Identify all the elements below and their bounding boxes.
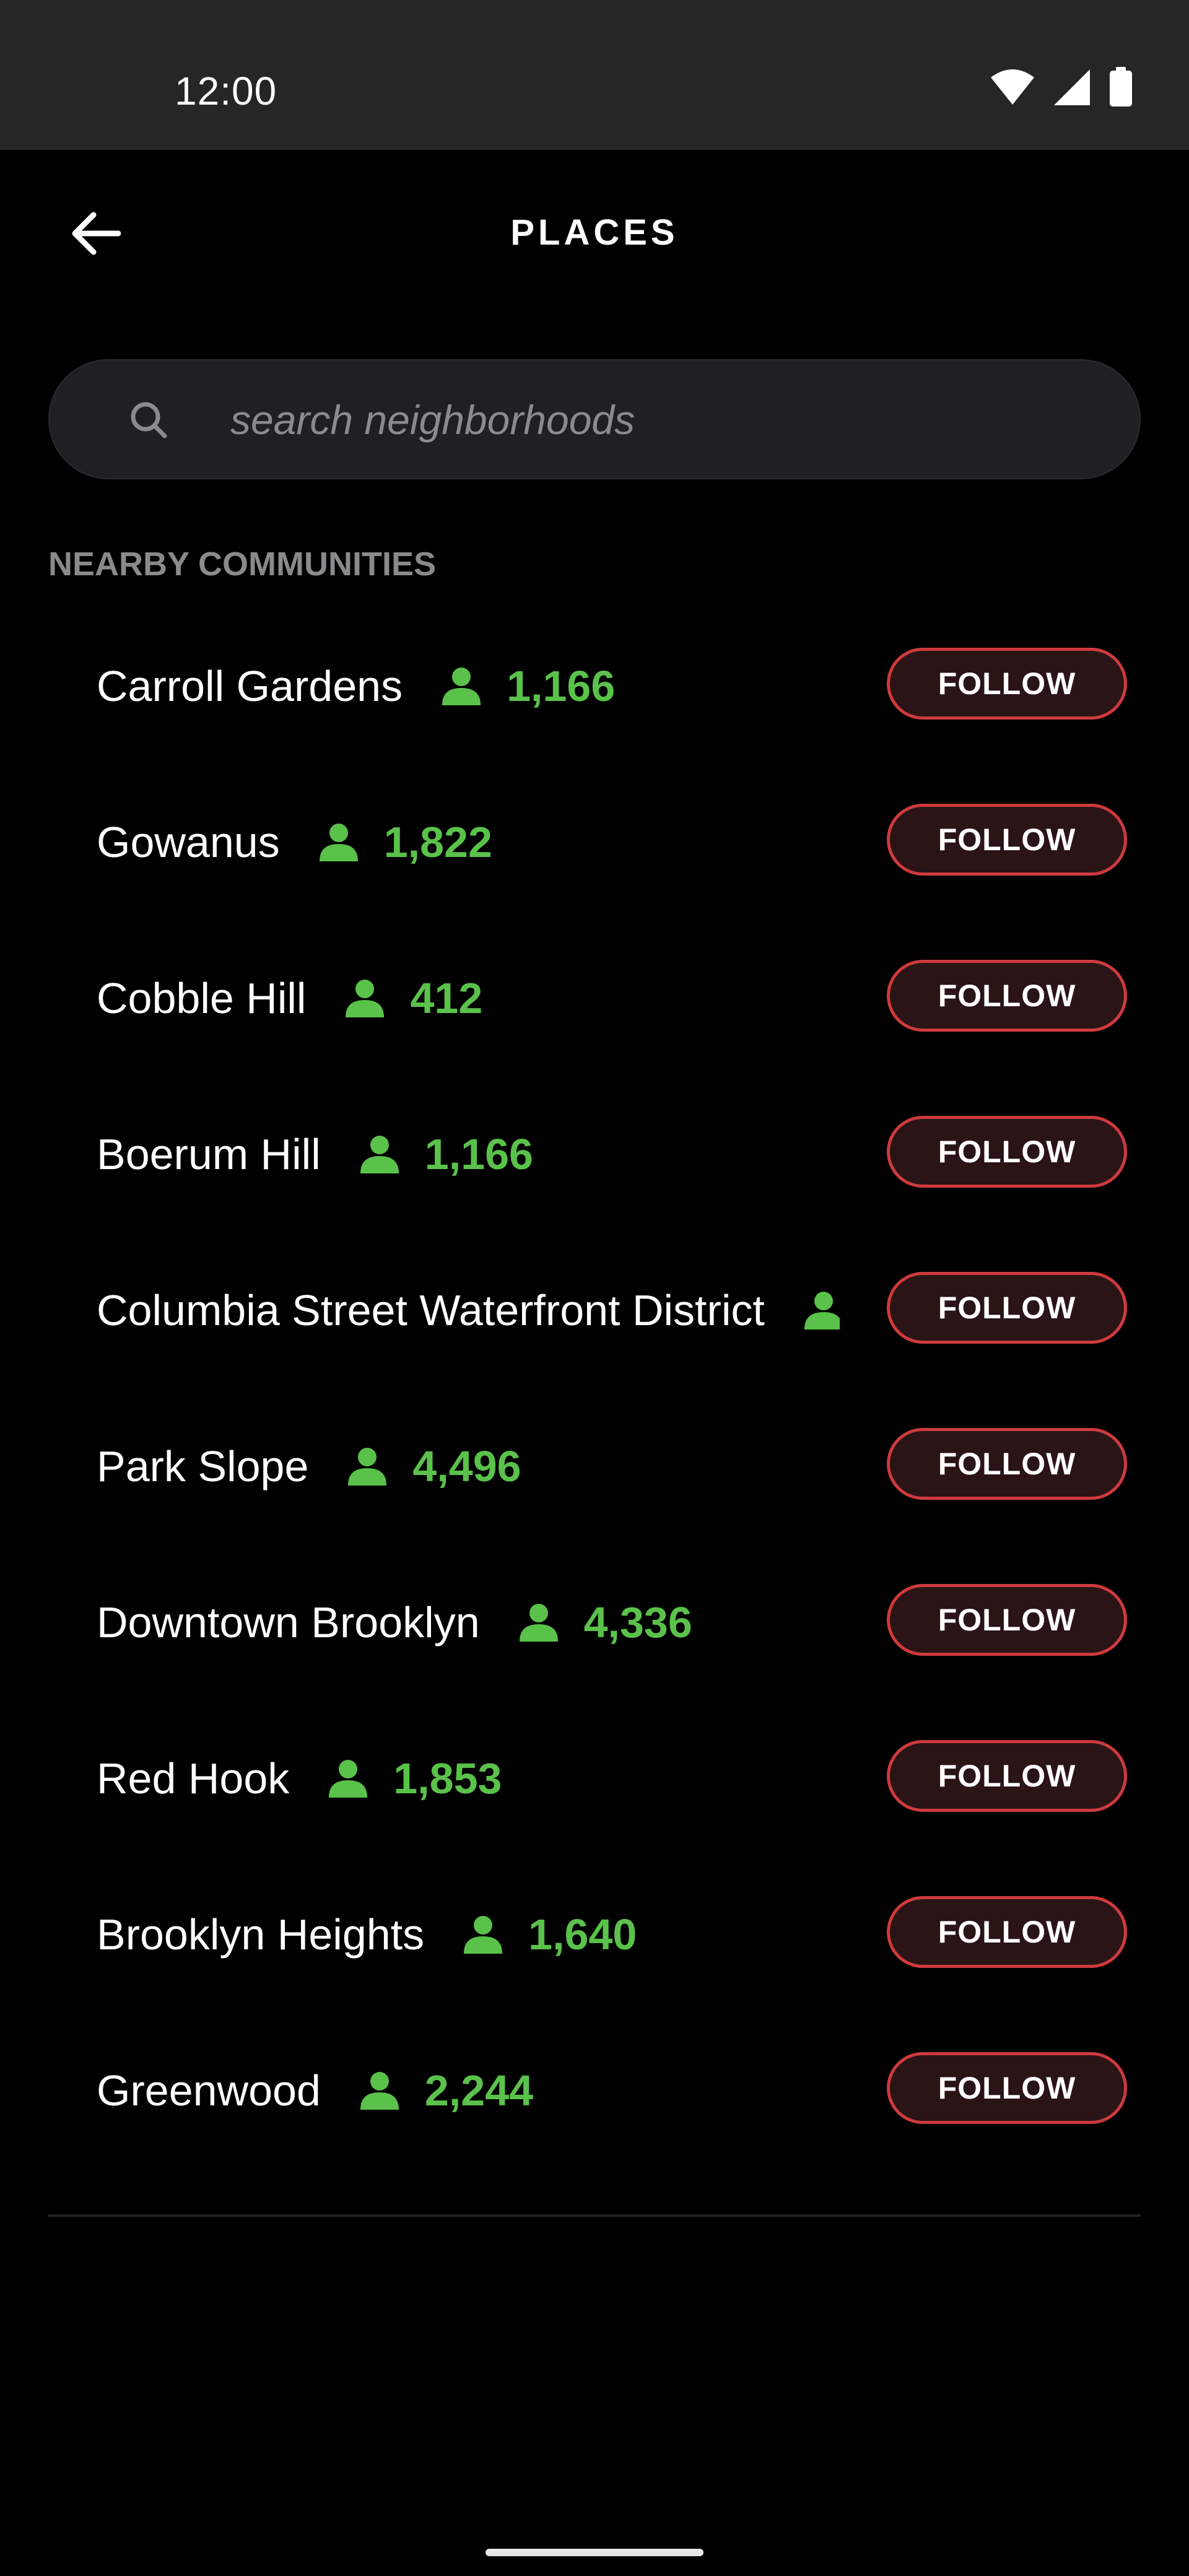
list-item: Gowanus 1,822 FOLLOW: [0, 775, 1189, 931]
community-info[interactable]: Brooklyn Heights 1,640: [97, 1868, 840, 2001]
person-icon: [442, 668, 481, 705]
community-info[interactable]: Red Hook 1,853: [97, 1712, 840, 1845]
community-name: Brooklyn Heights: [97, 1910, 425, 1959]
search-bar[interactable]: [48, 359, 1141, 479]
person-icon: [329, 1760, 368, 1798]
list-item: Park Slope 4,496 FOLLOW: [0, 1399, 1189, 1556]
community-info[interactable]: Carroll Gardens 1,166: [97, 619, 840, 753]
member-count: 4,336: [583, 1598, 692, 1647]
list-item: Carroll Gardens 1,166 FOLLOW: [0, 619, 1189, 775]
community-info[interactable]: Downtown Brooklyn 4,336: [97, 1556, 840, 1689]
signal-icon: [1054, 69, 1090, 105]
battery-icon: [1110, 67, 1132, 107]
community-name: Downtown Brooklyn: [97, 1598, 480, 1647]
follow-button[interactable]: FOLLOW: [887, 804, 1127, 876]
status-time: 12:00: [175, 69, 277, 113]
list-item: Brooklyn Heights 1,640 FOLLOW: [0, 1868, 1189, 2024]
follow-button[interactable]: FOLLOW: [887, 1116, 1127, 1188]
section-title: NEARBY COMMUNITIES: [48, 546, 437, 583]
list-item: Red Hook 1,853 FOLLOW: [0, 1712, 1189, 1868]
list-item: Cobble Hill 412 FOLLOW: [0, 931, 1189, 1087]
person-icon: [348, 1448, 387, 1486]
member-count: 412: [410, 974, 483, 1022]
community-info[interactable]: Park Slope 4,496: [97, 1399, 840, 1533]
person-icon: [360, 1136, 399, 1173]
home-indicator[interactable]: [486, 2549, 703, 2556]
search-icon: [131, 402, 167, 438]
member-count: 2,244: [424, 2066, 534, 2115]
member-count: 1,166: [424, 1130, 533, 1178]
community-list: Carroll Gardens 1,166 FOLLOW Gowanus 1,8…: [0, 619, 1189, 2180]
person-icon: [319, 824, 358, 861]
community-name: Columbia Street Waterfront District: [97, 1286, 765, 1334]
community-info[interactable]: Cobble Hill 412: [97, 931, 840, 1065]
member-count: 1,822: [383, 818, 492, 866]
community-name: Red Hook: [97, 1754, 290, 1803]
status-bar: 12:00: [0, 0, 1189, 150]
community-name: Carroll Gardens: [97, 662, 403, 710]
community-name: Greenwood: [97, 2066, 321, 2115]
person-icon: [519, 1604, 558, 1642]
person-icon: [346, 980, 385, 1017]
person-icon: [464, 1916, 503, 1954]
wifi-icon: [991, 69, 1034, 105]
follow-button[interactable]: FOLLOW: [887, 1740, 1127, 1812]
person-icon: [360, 2072, 399, 2110]
community-info[interactable]: Greenwood 2,244: [97, 2024, 840, 2157]
member-count: 1,853: [393, 1754, 502, 1803]
member-count: 4,496: [412, 1442, 521, 1490]
member-count: 1,166: [507, 662, 616, 710]
app-bar: PLACES: [0, 150, 1189, 317]
list-item: Columbia Street Waterfront District FOLL…: [0, 1243, 1189, 1399]
list-divider: [48, 2214, 1141, 2217]
follow-button[interactable]: FOLLOW: [887, 1272, 1127, 1344]
search-input[interactable]: [229, 360, 1099, 479]
follow-button[interactable]: FOLLOW: [887, 2052, 1127, 2124]
page-title: PLACES: [510, 212, 679, 253]
status-icons: [990, 67, 1133, 108]
follow-button[interactable]: FOLLOW: [887, 1584, 1127, 1656]
community-info[interactable]: Gowanus 1,822: [97, 775, 840, 909]
list-item: Downtown Brooklyn 4,336 FOLLOW: [0, 1556, 1189, 1712]
follow-button[interactable]: FOLLOW: [887, 648, 1127, 720]
community-info[interactable]: Columbia Street Waterfront District: [97, 1243, 840, 1377]
community-name: Cobble Hill: [97, 974, 307, 1022]
follow-button[interactable]: FOLLOW: [887, 960, 1127, 1032]
community-info[interactable]: Boerum Hill 1,166: [97, 1087, 840, 1221]
community-name: Park Slope: [97, 1442, 309, 1490]
person-icon: [804, 1292, 840, 1329]
follow-button[interactable]: FOLLOW: [887, 1896, 1127, 1968]
member-count: 1,640: [528, 1910, 637, 1959]
list-item: Greenwood 2,244 FOLLOW: [0, 2024, 1189, 2180]
community-name: Gowanus: [97, 818, 280, 866]
community-name: Boerum Hill: [97, 1130, 321, 1178]
follow-button[interactable]: FOLLOW: [887, 1428, 1127, 1500]
list-item: Boerum Hill 1,166 FOLLOW: [0, 1087, 1189, 1243]
